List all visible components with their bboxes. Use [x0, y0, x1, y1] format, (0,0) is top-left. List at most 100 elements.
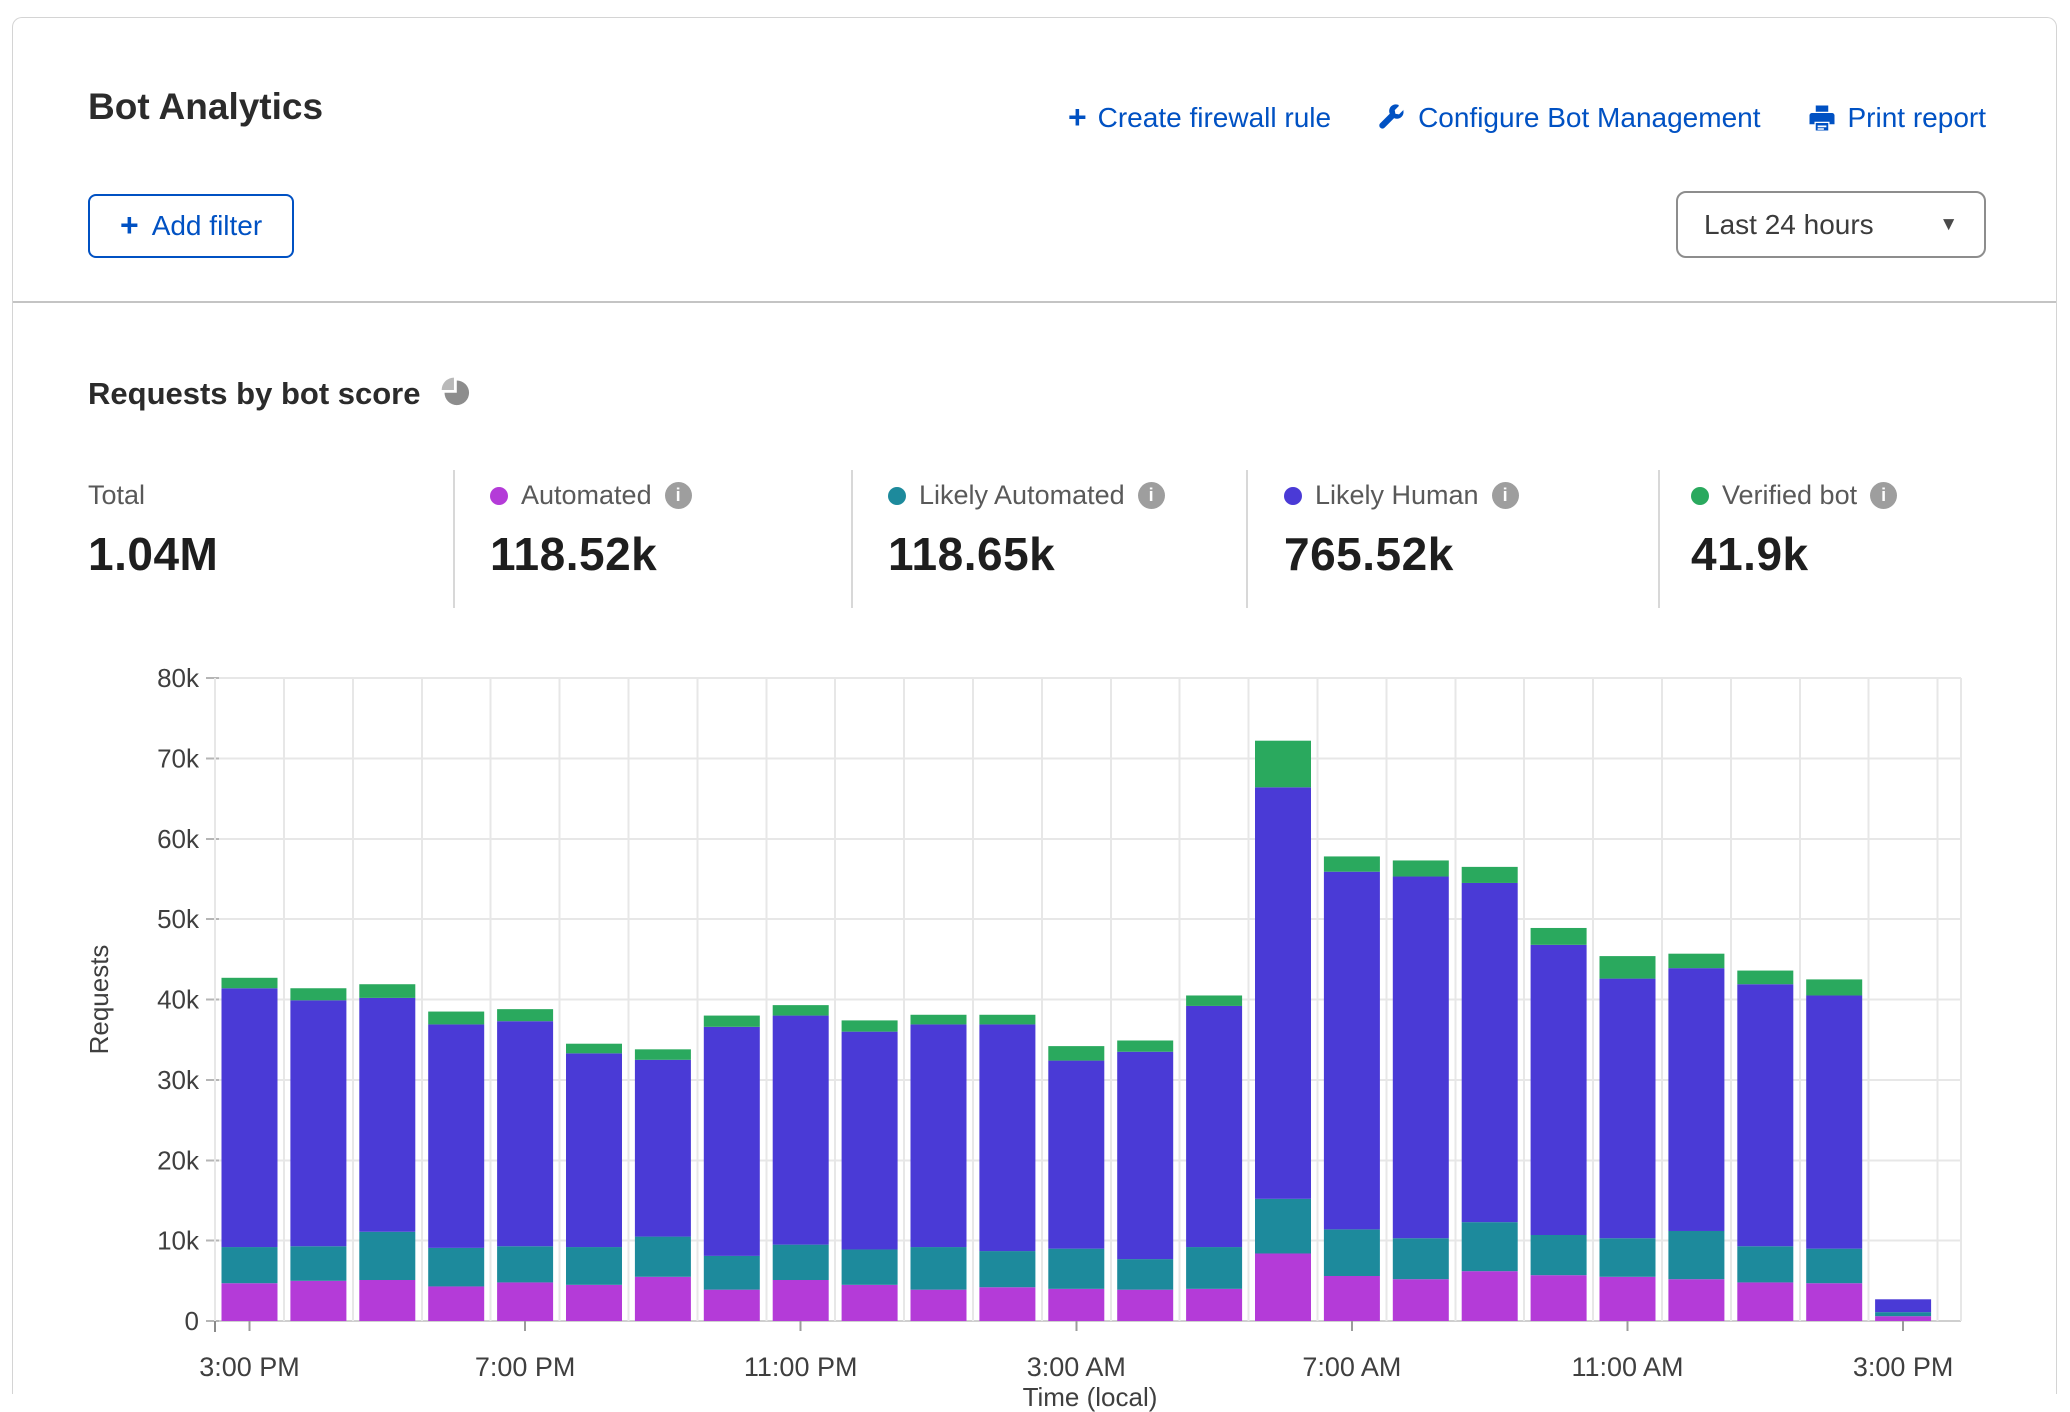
bar-segment[interactable] [428, 1248, 484, 1287]
bar-segment[interactable] [1806, 1283, 1862, 1321]
bar-segment[interactable] [566, 1285, 622, 1321]
bar-segment[interactable] [704, 1016, 760, 1027]
bar-segment[interactable] [359, 1280, 415, 1321]
add-filter-button[interactable]: + Add filter [88, 194, 294, 258]
bar-segment[interactable] [428, 1286, 484, 1321]
bar-segment[interactable] [635, 1049, 691, 1059]
bar-segment[interactable] [704, 1027, 760, 1256]
bar-segment[interactable] [1531, 945, 1587, 1235]
bar-segment[interactable] [1393, 860, 1449, 876]
bar-segment[interactable] [1806, 979, 1862, 995]
bar-segment[interactable] [979, 1287, 1035, 1321]
bar-segment[interactable] [1531, 1275, 1587, 1321]
bar-segment[interactable] [566, 1044, 622, 1054]
bar-segment[interactable] [1393, 1279, 1449, 1321]
bar-segment[interactable] [1255, 1253, 1311, 1321]
bar-segment[interactable] [773, 1280, 829, 1321]
bar-segment[interactable] [979, 1024, 1035, 1251]
bar-segment[interactable] [1668, 968, 1724, 1231]
bar-segment[interactable] [1806, 995, 1862, 1248]
bar-segment[interactable] [1048, 1046, 1104, 1060]
bar-segment[interactable] [1600, 956, 1656, 979]
bar-segment[interactable] [1048, 1061, 1104, 1249]
bar-segment[interactable] [773, 1016, 829, 1245]
bar-segment[interactable] [1117, 1052, 1173, 1259]
bar-segment[interactable] [842, 1032, 898, 1250]
bar-segment[interactable] [1255, 787, 1311, 1199]
bar-segment[interactable] [1324, 1276, 1380, 1321]
bar-segment[interactable] [359, 998, 415, 1232]
bar-segment[interactable] [1668, 1279, 1724, 1321]
bar-segment[interactable] [911, 1015, 967, 1025]
bar-segment[interactable] [1186, 1289, 1242, 1321]
time-range-select[interactable]: Last 24 hours ▼ [1676, 191, 1986, 258]
bar-segment[interactable] [1393, 877, 1449, 1239]
bar-segment[interactable] [1324, 1229, 1380, 1276]
bar-segment[interactable] [497, 1246, 553, 1282]
bar-segment[interactable] [979, 1251, 1035, 1287]
bar-segment[interactable] [497, 1021, 553, 1246]
bar-segment[interactable] [1324, 872, 1380, 1230]
bar-segment[interactable] [911, 1290, 967, 1321]
bar-segment[interactable] [428, 1024, 484, 1247]
bar-segment[interactable] [635, 1277, 691, 1321]
bar-segment[interactable] [1462, 883, 1518, 1222]
info-icon[interactable]: i [1492, 482, 1519, 509]
bar-segment[interactable] [979, 1015, 1035, 1025]
bar-segment[interactable] [1255, 741, 1311, 788]
bar-segment[interactable] [1048, 1249, 1104, 1289]
bar-segment[interactable] [1531, 928, 1587, 945]
bar-segment[interactable] [290, 1246, 346, 1281]
bar-segment[interactable] [1600, 979, 1656, 1239]
create-firewall-rule-link[interactable]: + Create firewall rule [1068, 102, 1331, 134]
bar-segment[interactable] [497, 1009, 553, 1021]
bar-segment[interactable] [1462, 867, 1518, 883]
bar-segment[interactable] [1462, 1271, 1518, 1321]
bar-segment[interactable] [222, 1283, 278, 1321]
bar-segment[interactable] [1600, 1277, 1656, 1321]
bar-segment[interactable] [773, 1245, 829, 1280]
bar-segment[interactable] [1186, 1006, 1242, 1247]
bar-segment[interactable] [1668, 954, 1724, 968]
bar-segment[interactable] [1737, 1282, 1793, 1321]
bar-segment[interactable] [1531, 1235, 1587, 1275]
bar-segment[interactable] [773, 1005, 829, 1015]
bar-segment[interactable] [1875, 1316, 1931, 1321]
bar-segment[interactable] [1255, 1199, 1311, 1254]
bar-segment[interactable] [842, 1249, 898, 1284]
bar-segment[interactable] [1600, 1238, 1656, 1277]
bar-segment[interactable] [1393, 1238, 1449, 1279]
info-icon[interactable]: i [1870, 482, 1897, 509]
info-icon[interactable]: i [1138, 482, 1165, 509]
bar-segment[interactable] [1462, 1222, 1518, 1271]
bar-segment[interactable] [290, 1281, 346, 1321]
bar-segment[interactable] [1186, 1247, 1242, 1289]
bar-segment[interactable] [911, 1247, 967, 1290]
bar-segment[interactable] [635, 1060, 691, 1237]
bar-segment[interactable] [1117, 1290, 1173, 1321]
bar-segment[interactable] [222, 1247, 278, 1283]
bar-segment[interactable] [842, 1285, 898, 1321]
bar-segment[interactable] [1186, 995, 1242, 1005]
configure-bot-management-link[interactable]: Configure Bot Management [1377, 102, 1760, 134]
bar-segment[interactable] [1875, 1312, 1931, 1316]
bar-segment[interactable] [1737, 1246, 1793, 1282]
bar-segment[interactable] [1117, 1040, 1173, 1051]
bar-segment[interactable] [1117, 1259, 1173, 1290]
bar-segment[interactable] [1875, 1299, 1931, 1312]
bar-segment[interactable] [1668, 1231, 1724, 1279]
bar-segment[interactable] [566, 1053, 622, 1247]
bar-segment[interactable] [290, 1000, 346, 1246]
print-report-link[interactable]: Print report [1807, 102, 1987, 134]
bar-segment[interactable] [704, 1256, 760, 1290]
bar-segment[interactable] [290, 988, 346, 1000]
bar-segment[interactable] [842, 1020, 898, 1031]
bar-segment[interactable] [1737, 984, 1793, 1246]
bar-segment[interactable] [635, 1237, 691, 1277]
bar-segment[interactable] [359, 1232, 415, 1280]
bar-segment[interactable] [1324, 856, 1380, 871]
bar-segment[interactable] [911, 1024, 967, 1247]
bar-segment[interactable] [428, 1012, 484, 1025]
bar-segment[interactable] [1806, 1249, 1862, 1284]
bar-segment[interactable] [222, 988, 278, 1247]
